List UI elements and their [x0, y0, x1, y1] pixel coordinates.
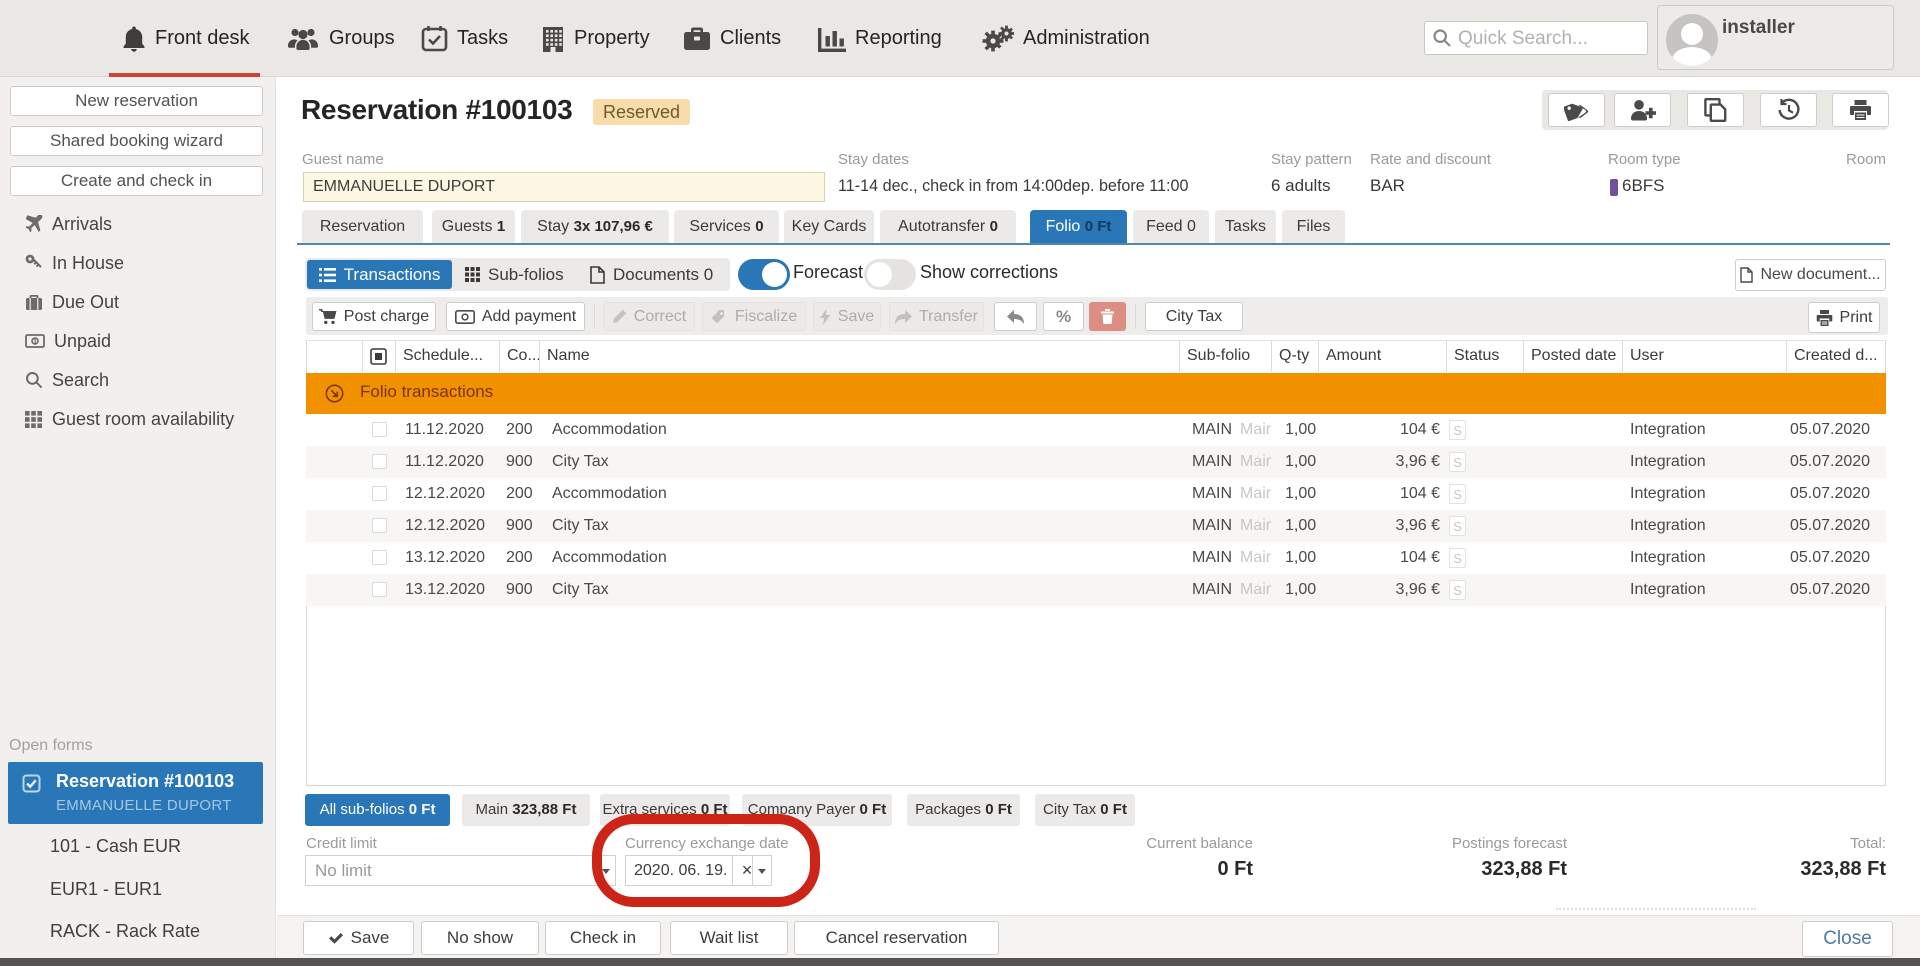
svg-text:1: 1 — [33, 337, 38, 346]
